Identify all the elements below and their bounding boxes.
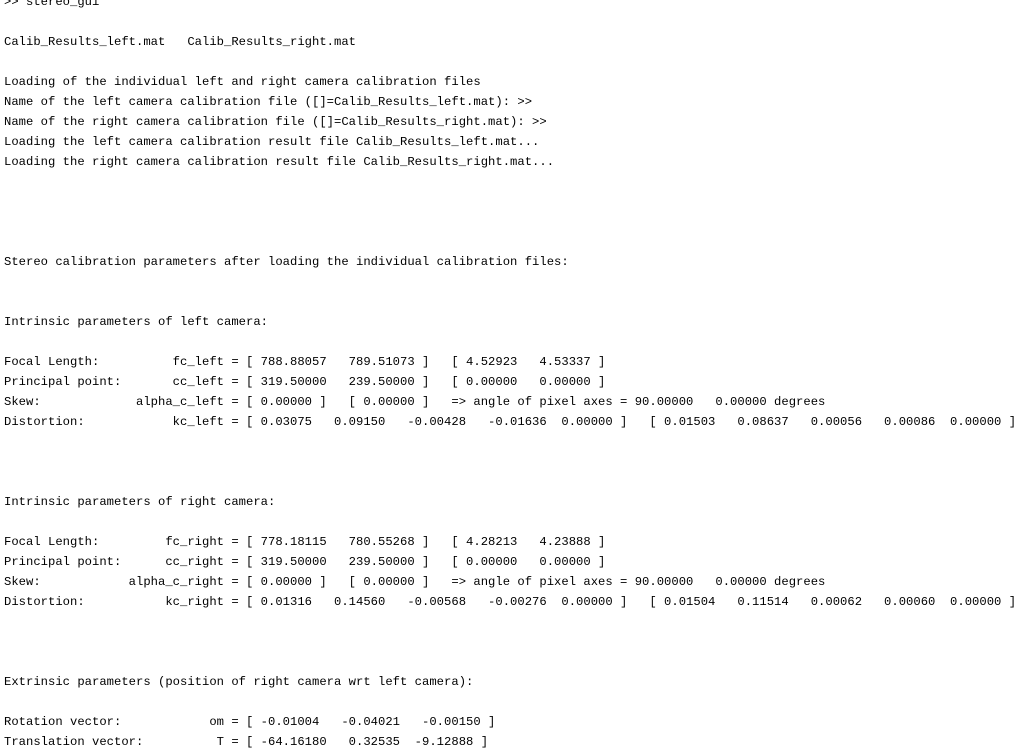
console-line-blank-1 (0, 12, 1020, 32)
console-line-blank-3 (0, 172, 1020, 192)
console-line-blank-4 (0, 192, 1020, 212)
console-line-om-vector: Rotation vector: om = [ -0.01004 -0.0402… (4, 715, 496, 729)
console-line-blank-11 (0, 452, 1020, 472)
console-line-fc-right: Focal Length: fc_right = [ 778.18115 780… (4, 535, 606, 549)
console-line-loading-right: Loading the right camera calibration res… (4, 155, 555, 169)
matlab-command-window[interactable]: ....>> stereo_guiCalib_Results_left.mat … (0, 0, 1020, 749)
console-line-intrinsic-left-hdr: Intrinsic parameters of left camera: (4, 315, 269, 329)
console-line-loading-left: Loading the left camera calibration resu… (4, 135, 540, 149)
console-line-blank-8 (0, 292, 1020, 312)
console-line-alpha-c-right: Skew: alpha_c_right = [ 0.00000 ] [ 0.00… (4, 575, 826, 589)
console-line-fc-left: Focal Length: fc_left = [ 788.88057 789.… (4, 355, 606, 369)
console-line-command-prompt[interactable]: >> stereo_gui (0, 0, 1020, 12)
console-line-cc-right: Principal point: cc_right = [ 319.50000 … (4, 555, 606, 569)
console-line-name-right-file: Name of the right camera calibration fil… (4, 115, 547, 129)
console-line-blank-6 (0, 232, 1020, 252)
console-line-alpha-c-left: Skew: alpha_c_left = [ 0.00000 ] [ 0.000… (4, 395, 826, 409)
console-line-mat-files: Calib_Results_left.mat Calib_Results_rig… (4, 35, 357, 49)
console-line-blank-17 (0, 692, 1020, 712)
console-line-kc-left: Distortion: kc_left = [ 0.03075 0.09150 … (4, 415, 1017, 429)
console-line-blank-13 (0, 512, 1020, 532)
console-line-blank-16 (0, 652, 1020, 672)
console-line-t-vector: Translation vector: T = [ -64.16180 0.32… (4, 735, 489, 749)
console-line-blank-15 (0, 632, 1020, 652)
console-line-stereo-header: Stereo calibration parameters after load… (4, 255, 569, 269)
console-line-intrinsic-right-hdr: Intrinsic parameters of right camera: (4, 495, 276, 509)
console-line-loading-header: Loading of the individual left and right… (4, 75, 481, 89)
console-line-blank-14 (0, 612, 1020, 632)
console-line-blank-9 (0, 332, 1020, 352)
console-line-blank-12 (0, 472, 1020, 492)
console-line-blank-5 (0, 212, 1020, 232)
console-line-extrinsic-hdr: Extrinsic parameters (position of right … (4, 675, 474, 689)
console-line-blank-10 (0, 432, 1020, 452)
console-line-blank-7 (0, 272, 1020, 292)
console-line-kc-right: Distortion: kc_right = [ 0.01316 0.14560… (4, 595, 1017, 609)
console-line-blank-2 (0, 52, 1020, 72)
console-line-name-left-file: Name of the left camera calibration file… (4, 95, 533, 109)
console-line-cc-left: Principal point: cc_left = [ 319.50000 2… (4, 375, 606, 389)
